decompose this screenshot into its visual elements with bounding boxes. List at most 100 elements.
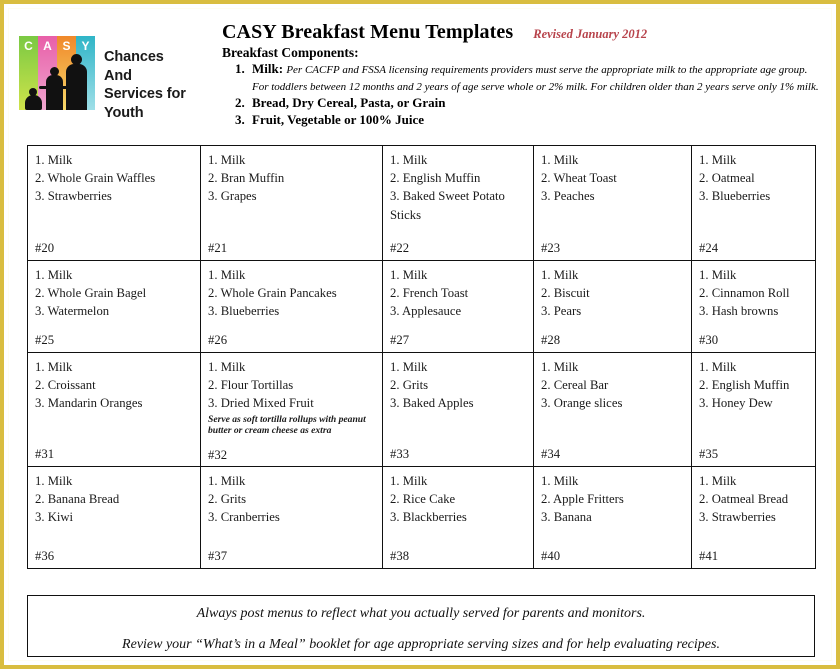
menu-cell[interactable]: 1. Milk 2. Apple Fritters 3. Banana #40 xyxy=(533,466,692,569)
menu-item: 3. Baked Apples xyxy=(390,396,474,411)
menu-id: #35 xyxy=(699,446,719,461)
menu-id: #23 xyxy=(541,240,561,255)
menu-item-list: 1. Milk 2. Cereal Bar 3. Orange slices xyxy=(541,358,685,413)
menu-cell[interactable]: 1. Milk 2. Biscuit 3. Pears #28 xyxy=(533,260,692,353)
menu-cell[interactable]: 1. Milk 2. Whole Grain Waffles 3. Strawb… xyxy=(27,145,201,261)
menu-item: 3. Strawberries xyxy=(699,510,776,525)
title-line: CASY Breakfast Menu Templates Revised Ja… xyxy=(222,21,822,44)
menu-item: 3. Blueberries xyxy=(699,189,771,204)
menu-item: 3. Blackberries xyxy=(390,510,467,525)
menu-id: #21 xyxy=(208,240,228,255)
menu-cell[interactable]: 1. Milk 2. Oatmeal Bread 3. Strawberries… xyxy=(691,466,816,569)
menu-item: 1. Milk xyxy=(208,474,246,488)
menu-id: #25 xyxy=(35,332,55,347)
menu-cell[interactable]: 1. Milk 2. Cereal Bar 3. Orange slices #… xyxy=(533,352,692,467)
menu-item: 3. Baked Sweet Potato Sticks xyxy=(390,189,505,222)
component-item-milk: Milk: Per CACFP and FSSA licensing requi… xyxy=(248,61,822,94)
child-silhouette-body xyxy=(46,75,63,110)
menu-cell[interactable]: 1. Milk 2. Bran Muffin 3. Grapes #21 xyxy=(200,145,383,261)
menu-item: 1. Milk xyxy=(541,474,579,488)
menu-row: 1. Milk 2. Whole Grain Waffles 3. Strawb… xyxy=(27,145,816,261)
menu-item: 2. Wheat Toast xyxy=(541,171,617,186)
menu-id: #38 xyxy=(390,548,410,563)
menu-item: 3. Pears xyxy=(541,304,582,319)
menu-cell[interactable]: 1. Milk 2. Grits 3. Cranberries #37 xyxy=(200,466,383,569)
footer-note-2: Review your “What’s in a Meal” booklet f… xyxy=(122,637,720,652)
menu-cell[interactable]: 1. Milk 2. English Muffin 3. Honey Dew #… xyxy=(691,352,816,467)
menu-item-list: 1. Milk 2. English Muffin 3. Honey Dew xyxy=(699,358,809,413)
menu-id: #40 xyxy=(541,548,561,563)
menu-item: 2. Croissant xyxy=(35,378,96,393)
menu-item: 3. Grapes xyxy=(208,189,257,204)
menu-item: 1. Milk xyxy=(390,360,428,374)
menu-item: 1. Milk xyxy=(541,153,579,167)
menu-item: 2. French Toast xyxy=(390,286,469,301)
menu-id: #34 xyxy=(541,446,561,461)
menu-item: 2. Oatmeal Bread xyxy=(699,492,789,507)
menu-cell[interactable]: 1. Milk 2. Cinnamon Roll 3. Hash browns … xyxy=(691,260,816,353)
menu-item: 3. Strawberries xyxy=(35,189,112,204)
menu-item-list: 1. Milk 2. Wheat Toast 3. Peaches xyxy=(541,151,685,206)
menu-item: 1. Milk xyxy=(35,474,73,488)
menu-item: 2. English Muffin xyxy=(390,171,481,186)
menu-cell[interactable]: 1. Milk 2. Banana Bread 3. Kiwi #36 xyxy=(27,466,201,569)
menu-item: 1. Milk xyxy=(699,153,737,167)
menu-item: 1. Milk xyxy=(390,474,428,488)
menu-item: 2. Whole Grain Waffles xyxy=(35,171,156,186)
menu-item: 3. Honey Dew xyxy=(699,396,773,411)
menu-item: 3. Banana xyxy=(541,510,592,525)
footer-notes-box: Always post menus to reflect what you ac… xyxy=(27,595,815,657)
logo-letter-y: Y xyxy=(81,39,90,53)
menu-id: #20 xyxy=(35,240,55,255)
menu-id: #37 xyxy=(208,548,228,563)
menu-item: 1. Milk xyxy=(541,268,579,282)
menu-cell[interactable]: 1. Milk 2. Wheat Toast 3. Peaches #23 xyxy=(533,145,692,261)
casy-logo: C A S Y Chances And Services for Youth xyxy=(19,36,186,122)
logo-letter-c: C xyxy=(24,39,33,53)
menu-item-list: 1. Milk 2. Cinnamon Roll 3. Hash browns xyxy=(699,266,809,321)
menu-cell[interactable]: 1. Milk 2. Oatmeal 3. Blueberries #24 xyxy=(691,145,816,261)
menu-cell[interactable]: 1. Milk 2. English Muffin 3. Baked Sweet… xyxy=(382,145,534,261)
menu-cell[interactable]: 1. Milk 2. Croissant 3. Mandarin Oranges… xyxy=(27,352,201,467)
menu-item: 3. Dried Mixed Fruit xyxy=(208,396,314,411)
org-name-line-4: Youth xyxy=(104,104,144,121)
menu-id: #41 xyxy=(699,548,719,563)
menu-item: 2. Cinnamon Roll xyxy=(699,286,790,301)
page-title: CASY Breakfast Menu Templates xyxy=(222,21,514,43)
menu-row: 1. Milk 2. Whole Grain Bagel 3. Watermel… xyxy=(27,260,816,353)
menu-cell[interactable]: 1. Milk 2. Flour Tortillas 3. Dried Mixe… xyxy=(200,352,383,467)
menu-item-list: 1. Milk 2. Croissant 3. Mandarin Oranges xyxy=(35,358,194,413)
menu-item: 1. Milk xyxy=(390,268,428,282)
baby-silhouette-body xyxy=(25,95,42,110)
menu-item: 2. Flour Tortillas xyxy=(208,378,294,393)
menu-item: 3. Hash browns xyxy=(699,304,779,319)
menu-id: #31 xyxy=(35,446,55,461)
menu-item: 1. Milk xyxy=(390,153,428,167)
menu-item-list: 1. Milk 2. Whole Grain Bagel 3. Watermel… xyxy=(35,266,194,321)
child-silhouette-head xyxy=(50,67,59,76)
menu-item: 1. Milk xyxy=(699,360,737,374)
menu-cell[interactable]: 1. Milk 2. French Toast 3. Applesauce #2… xyxy=(382,260,534,353)
revision-date: Revised January 2012 xyxy=(533,27,648,41)
menu-item-list: 1. Milk 2. English Muffin 3. Baked Sweet… xyxy=(390,151,527,224)
menu-item-list: 1. Milk 2. Grits 3. Baked Apples xyxy=(390,358,527,413)
logo-letter-a: A xyxy=(43,39,52,53)
menu-cell[interactable]: 1. Milk 2. Whole Grain Pancakes 3. Blueb… xyxy=(200,260,383,353)
menu-item-list: 1. Milk 2. Grits 3. Cranberries xyxy=(208,472,376,527)
menu-item: 2. Banana Bread xyxy=(35,492,120,507)
menu-cell[interactable]: 1. Milk 2. Grits 3. Baked Apples #33 xyxy=(382,352,534,467)
menu-cell[interactable]: 1. Milk 2. Whole Grain Bagel 3. Watermel… xyxy=(27,260,201,353)
menu-id: #33 xyxy=(390,446,410,461)
components-heading: Breakfast Components: xyxy=(222,45,359,60)
menu-id: #36 xyxy=(35,548,55,563)
menu-cell[interactable]: 1. Milk 2. Rice Cake 3. Blackberries #38 xyxy=(382,466,534,569)
menu-item: 2. Oatmeal xyxy=(699,171,755,186)
menu-item: 3. Blueberries xyxy=(208,304,280,319)
document-page: C A S Y Chances And Services for Youth C… xyxy=(0,0,840,669)
component-label-milk: Milk: xyxy=(252,61,284,76)
adult-silhouette-head xyxy=(71,54,82,65)
page-inner: C A S Y Chances And Services for Youth C… xyxy=(8,8,832,661)
menu-item-list: 1. Milk 2. Banana Bread 3. Kiwi xyxy=(35,472,194,527)
menu-item-list: 1. Milk 2. Biscuit 3. Pears xyxy=(541,266,685,321)
menu-item: 2. Grits xyxy=(208,492,247,507)
